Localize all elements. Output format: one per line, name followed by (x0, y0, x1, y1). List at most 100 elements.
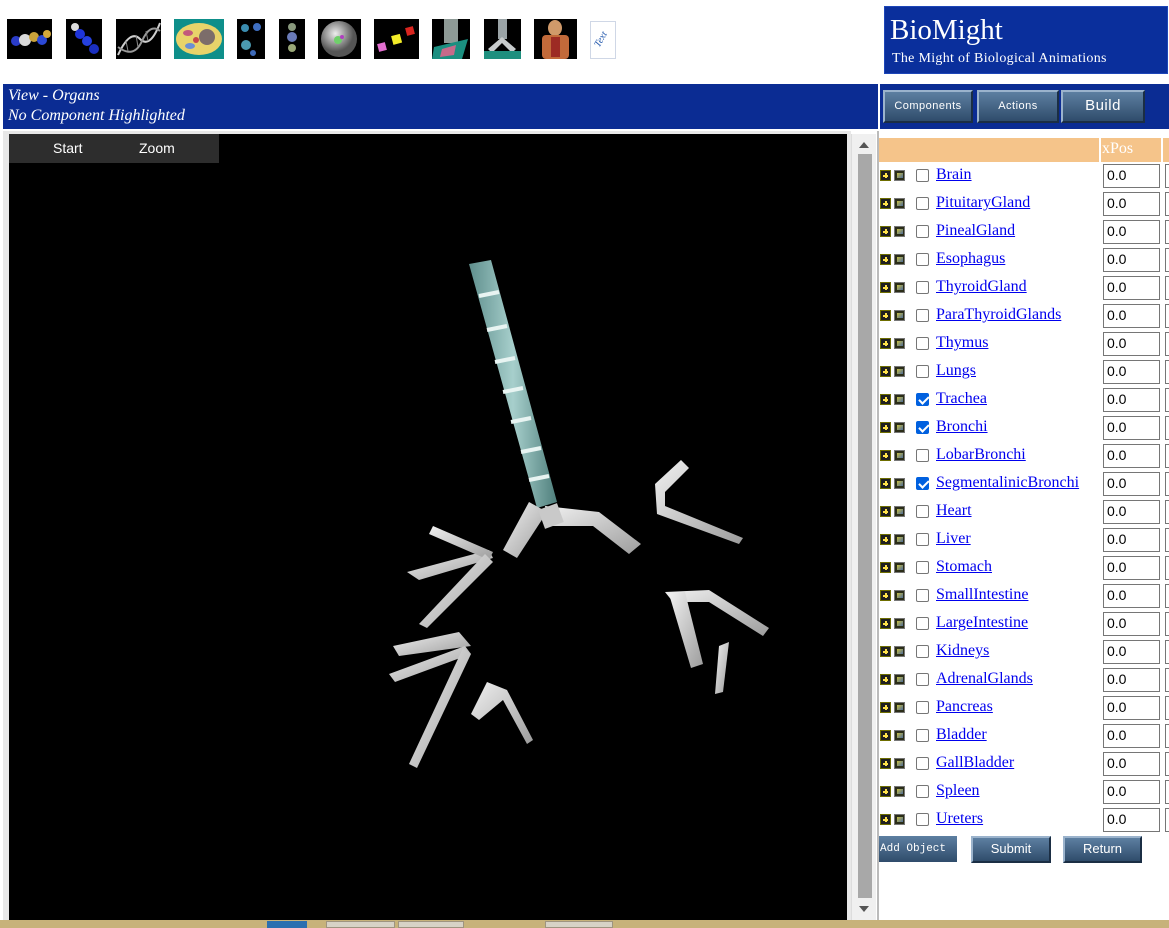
cube-icon[interactable] (894, 758, 905, 769)
cube-icon[interactable] (894, 618, 905, 629)
cube-icon[interactable] (894, 562, 905, 573)
xpos-input[interactable]: 0.0 (1103, 808, 1160, 832)
scroll-down-arrow[interactable] (859, 906, 869, 912)
organ-checkbox[interactable] (916, 589, 929, 602)
organ-checkbox[interactable] (916, 225, 929, 238)
organ-checkbox[interactable] (916, 617, 929, 630)
expand-icon[interactable] (880, 366, 891, 377)
organ-link[interactable]: LobarBronchi (936, 446, 1026, 464)
scroll-up-arrow[interactable] (859, 142, 869, 148)
organ-link[interactable]: Bladder (936, 726, 987, 744)
ypos-input[interactable] (1165, 696, 1169, 720)
cube-icon[interactable] (894, 226, 905, 237)
cube-icon[interactable] (894, 674, 905, 685)
expand-icon[interactable] (880, 254, 891, 265)
organ-checkbox[interactable] (916, 337, 929, 350)
expand-icon[interactable] (880, 786, 891, 797)
organ-link[interactable]: Esophagus (936, 250, 1005, 268)
expand-icon[interactable] (880, 170, 891, 181)
organ-link[interactable]: SmallIntestine (936, 586, 1028, 604)
organ-link[interactable]: PinealGland (936, 222, 1015, 240)
cube-icon[interactable] (894, 422, 905, 433)
ypos-input[interactable] (1165, 528, 1169, 552)
return-button[interactable]: Return (1063, 836, 1142, 863)
xpos-input[interactable]: 0.0 (1103, 668, 1160, 692)
ypos-input[interactable] (1165, 444, 1169, 468)
organ-link[interactable]: Pancreas (936, 698, 993, 716)
human-body-icon[interactable] (534, 19, 577, 59)
expand-icon[interactable] (880, 730, 891, 741)
organ-checkbox[interactable] (916, 561, 929, 574)
xpos-input[interactable]: 0.0 (1103, 612, 1160, 636)
ypos-input[interactable] (1165, 584, 1169, 608)
organ-link[interactable]: ParaThyroidGlands (936, 306, 1061, 324)
xpos-input[interactable]: 0.0 (1103, 528, 1160, 552)
xpos-input[interactable]: 0.0 (1103, 388, 1160, 412)
build-button[interactable]: Build (1061, 90, 1145, 123)
organ-checkbox[interactable] (916, 421, 929, 434)
cube-icon[interactable] (894, 590, 905, 601)
ypos-input[interactable] (1165, 556, 1169, 580)
organ-checkbox[interactable] (916, 477, 929, 490)
cube-icon[interactable] (894, 786, 905, 797)
organ-checkbox[interactable] (916, 365, 929, 378)
expand-icon[interactable] (880, 618, 891, 629)
organ-link[interactable]: Bronchi (936, 418, 988, 436)
organ-link[interactable]: Lungs (936, 362, 976, 380)
cube-icon[interactable] (894, 394, 905, 405)
organ-link[interactable]: Thymus (936, 334, 988, 352)
cube-icon[interactable] (894, 730, 905, 741)
organ-link[interactable]: Ureters (936, 810, 983, 828)
organ-link[interactable]: GallBladder (936, 754, 1014, 772)
organ-checkbox[interactable] (916, 673, 929, 686)
ypos-input[interactable] (1165, 780, 1169, 804)
organ-checkbox[interactable] (916, 757, 929, 770)
cube-icon[interactable] (894, 170, 905, 181)
xpos-input[interactable]: 0.0 (1103, 724, 1160, 748)
cube-icon[interactable] (894, 702, 905, 713)
organ-checkbox[interactable] (916, 813, 929, 826)
xpos-input[interactable]: 0.0 (1103, 360, 1160, 384)
xpos-input[interactable]: 0.0 (1103, 192, 1160, 216)
xpos-input[interactable]: 0.0 (1103, 696, 1160, 720)
xpos-input[interactable]: 0.0 (1103, 248, 1160, 272)
ypos-input[interactable] (1165, 276, 1169, 300)
organ-link[interactable]: SegmentalinicBronchi (936, 474, 1079, 492)
taskbar-item[interactable] (326, 921, 395, 928)
cube-icon[interactable] (894, 506, 905, 517)
expand-icon[interactable] (880, 282, 891, 293)
ypos-input[interactable] (1165, 472, 1169, 496)
expand-icon[interactable] (880, 506, 891, 517)
ypos-input[interactable] (1165, 640, 1169, 664)
xpos-input[interactable]: 0.0 (1103, 304, 1160, 328)
expand-icon[interactable] (880, 702, 891, 713)
expand-icon[interactable] (880, 814, 891, 825)
organ-link[interactable]: Spleen (936, 782, 980, 800)
expand-icon[interactable] (880, 310, 891, 321)
cube-icon[interactable] (894, 254, 905, 265)
cube-icon[interactable] (894, 366, 905, 377)
cube-icon[interactable] (894, 450, 905, 461)
cubes-icon[interactable] (374, 19, 419, 59)
expand-icon[interactable] (880, 674, 891, 685)
submit-button[interactable]: Submit (971, 836, 1051, 863)
xpos-input[interactable]: 0.0 (1103, 444, 1160, 468)
organ-checkbox[interactable] (916, 701, 929, 714)
organ-link[interactable]: Brain (936, 166, 972, 184)
expand-icon[interactable] (880, 646, 891, 657)
ypos-input[interactable] (1165, 332, 1169, 356)
expand-icon[interactable] (880, 534, 891, 545)
organ-link[interactable]: AdrenalGlands (936, 670, 1033, 688)
organ-link[interactable]: Stomach (936, 558, 992, 576)
ypos-input[interactable] (1165, 416, 1169, 440)
taskbar-item[interactable] (545, 921, 613, 928)
organ-checkbox[interactable] (916, 393, 929, 406)
dna-helix-icon[interactable] (116, 19, 161, 59)
xpos-input[interactable]: 0.0 (1103, 164, 1160, 188)
xpos-input[interactable]: 0.0 (1103, 332, 1160, 356)
expand-icon[interactable] (880, 422, 891, 433)
organ-checkbox[interactable] (916, 197, 929, 210)
expand-icon[interactable] (880, 226, 891, 237)
expand-icon[interactable] (880, 562, 891, 573)
organ-checkbox[interactable] (916, 309, 929, 322)
